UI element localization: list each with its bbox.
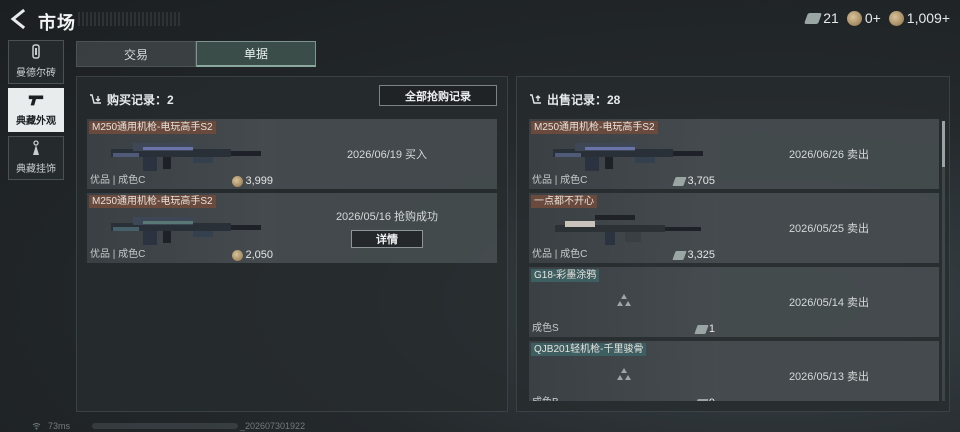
charm-icon <box>27 139 45 157</box>
coin-icon <box>232 249 244 261</box>
scrollbar-thumb[interactable] <box>942 121 945 167</box>
sidebar-item-collection-skins[interactable]: 典藏外观 <box>8 88 64 132</box>
record-status: 2026/05/13 卖出 <box>788 371 870 383</box>
item-rarity: 优品 | 成色C <box>532 249 588 260</box>
purchase-record[interactable]: M250通用机枪-电玩高手S2 优品 | 成色C 2,050 2026/05/1… <box>87 193 497 263</box>
item-card: G18-彩墨涂鸦 成色S 1 <box>529 267 719 337</box>
machine-gun-image <box>111 143 261 171</box>
item-name: G18-彩墨涂鸦 <box>531 269 600 282</box>
record-status: 2026/06/19 买入 <box>346 149 428 161</box>
record-status: 2026/05/16 抢购成功 <box>335 211 439 223</box>
status-footer: 73ms _202607301922 <box>0 420 960 432</box>
record-info: 2026/05/25 卖出 <box>719 193 939 263</box>
purchase-records-title: 购买记录：2 <box>107 93 174 107</box>
title-decoration <box>78 12 182 26</box>
currency-ticket[interactable]: 21 <box>804 10 839 26</box>
item-rarity: 成色B <box>532 393 559 401</box>
redacted-id <box>92 423 238 429</box>
top-bar: 市场 21 0+ 1,009+ <box>0 0 960 38</box>
session-id: _202607301922 <box>240 421 306 431</box>
triforce-placeholder-icon <box>617 368 631 380</box>
sidebar-item-label: 曼德尔砖 <box>16 68 56 79</box>
item-card: M250通用机枪-电玩高手S2 优品 | 成色C 2,050 <box>87 193 277 263</box>
item-price: 9 <box>694 397 715 401</box>
purchase-records-panel: 购买记录：2 全部抢购记录 M250通用机枪-电玩高手S2 优品 | 成色C 3… <box>76 76 508 412</box>
record-info: 2026/05/13 卖出 <box>719 341 939 401</box>
triforce-placeholder-icon <box>617 294 631 306</box>
sale-record[interactable]: QJB201轻机枪-千里骏骨 成色B 9 2026/05/13 卖出 <box>529 341 939 401</box>
ticket-icon <box>672 176 688 186</box>
ticket-icon <box>694 324 709 334</box>
item-price: 2,050 <box>232 249 273 261</box>
sale-record[interactable]: G18-彩墨涂鸦 成色S 1 2026/05/14 卖出 <box>529 267 939 337</box>
purchase-record[interactable]: M250通用机枪-电玩高手S2 优品 | 成色C 3,999 2026/06/1… <box>87 119 497 189</box>
pistol-icon <box>27 91 45 109</box>
currency-value: 21 <box>823 10 839 26</box>
item-card: M250通用机枪-电玩高手S2 优品 | 成色C 3,705 <box>529 119 719 189</box>
purchase-records-header: 购买记录：2 <box>89 91 174 108</box>
sidebar-item-collection-charms[interactable]: 典藏挂饰 <box>8 136 64 180</box>
item-rarity: 优品 | 成色C <box>90 175 146 186</box>
item-rarity: 优品 | 成色C <box>90 249 146 260</box>
item-rarity: 成色S <box>532 323 559 334</box>
item-rarity: 优品 | 成色C <box>532 175 588 186</box>
ping-value: 73ms <box>48 421 71 431</box>
cart-icon <box>90 93 101 104</box>
back-arrow-icon[interactable] <box>8 8 30 30</box>
ticket-icon <box>672 250 688 260</box>
tab-bar: 交易 单据 <box>76 41 316 67</box>
currency-value: 0+ <box>864 10 881 26</box>
sidebar-item-label: 典藏外观 <box>16 116 56 127</box>
details-button[interactable]: 详情 <box>351 230 423 248</box>
record-info: 2026/05/16 抢购成功 详情 <box>277 193 497 263</box>
coin-icon <box>888 10 904 26</box>
record-info: 2026/06/19 买入 <box>277 119 497 189</box>
record-status: 2026/06/26 卖出 <box>788 149 870 161</box>
rifle-image <box>555 215 701 245</box>
all-snapup-records-button[interactable]: 全部抢购记录 <box>379 85 497 106</box>
sales-records-title: 出售记录：28 <box>547 93 621 107</box>
item-price: 3,999 <box>232 175 273 187</box>
page-title: 市场 <box>38 13 76 33</box>
machine-gun-image <box>111 217 261 245</box>
record-status: 2026/05/14 卖出 <box>788 297 870 309</box>
item-name: M250通用机枪-电玩高手S2 <box>89 195 216 208</box>
wifi-icon <box>32 423 41 430</box>
currency-bar: 21 0+ 1,009+ <box>804 10 950 26</box>
item-name: M250通用机枪-电玩高手S2 <box>531 121 658 134</box>
sidebar-item-brick[interactable]: 曼德尔砖 <box>8 40 64 84</box>
sidebar: 曼德尔砖 典藏外观 典藏挂饰 <box>8 40 64 184</box>
currency-value: 1,009+ <box>906 10 950 26</box>
coin-icon <box>232 175 244 187</box>
sales-scrollbar[interactable] <box>942 121 945 401</box>
tab-orders[interactable]: 单据 <box>196 41 316 67</box>
sales-records-header: 出售记录：28 <box>529 91 620 108</box>
machine-gun-image <box>553 143 703 171</box>
item-card: QJB201轻机枪-千里骏骨 成色B 9 <box>529 341 719 401</box>
item-price: 1 <box>694 323 715 335</box>
coin-icon <box>846 10 862 26</box>
ticket-icon <box>694 398 709 401</box>
item-card: M250通用机枪-电玩高手S2 优品 | 成色C 3,999 <box>87 119 277 189</box>
record-info: 2026/06/26 卖出 <box>719 119 939 189</box>
sidebar-item-label: 典藏挂饰 <box>16 164 56 175</box>
brick-icon <box>27 43 45 61</box>
record-status: 2026/05/25 卖出 <box>788 223 870 235</box>
sales-records-panel: 出售记录：28 M250通用机枪-电玩高手S2 优品 | 成色C 3,705 2… <box>516 76 950 412</box>
item-price: 3,705 <box>672 175 715 187</box>
item-name: M250通用机枪-电玩高手S2 <box>89 121 216 134</box>
item-price: 3,325 <box>672 249 715 261</box>
item-name: QJB201轻机枪-千里骏骨 <box>531 343 647 356</box>
currency-coin-a[interactable]: 0+ <box>846 10 881 26</box>
cart-upload-icon <box>530 93 541 104</box>
sale-record[interactable]: 一点都不开心 优品 | 成色C 3,325 2026/05/25 卖出 <box>529 193 939 263</box>
item-card: 一点都不开心 优品 | 成色C 3,325 <box>529 193 719 263</box>
tab-trade[interactable]: 交易 <box>76 41 196 67</box>
sale-record[interactable]: M250通用机枪-电玩高手S2 优品 | 成色C 3,705 2026/06/2… <box>529 119 939 189</box>
record-info: 2026/05/14 卖出 <box>719 267 939 337</box>
item-name: 一点都不开心 <box>531 195 597 208</box>
currency-coin-b[interactable]: 1,009+ <box>888 10 950 26</box>
ticket-icon <box>804 12 823 24</box>
